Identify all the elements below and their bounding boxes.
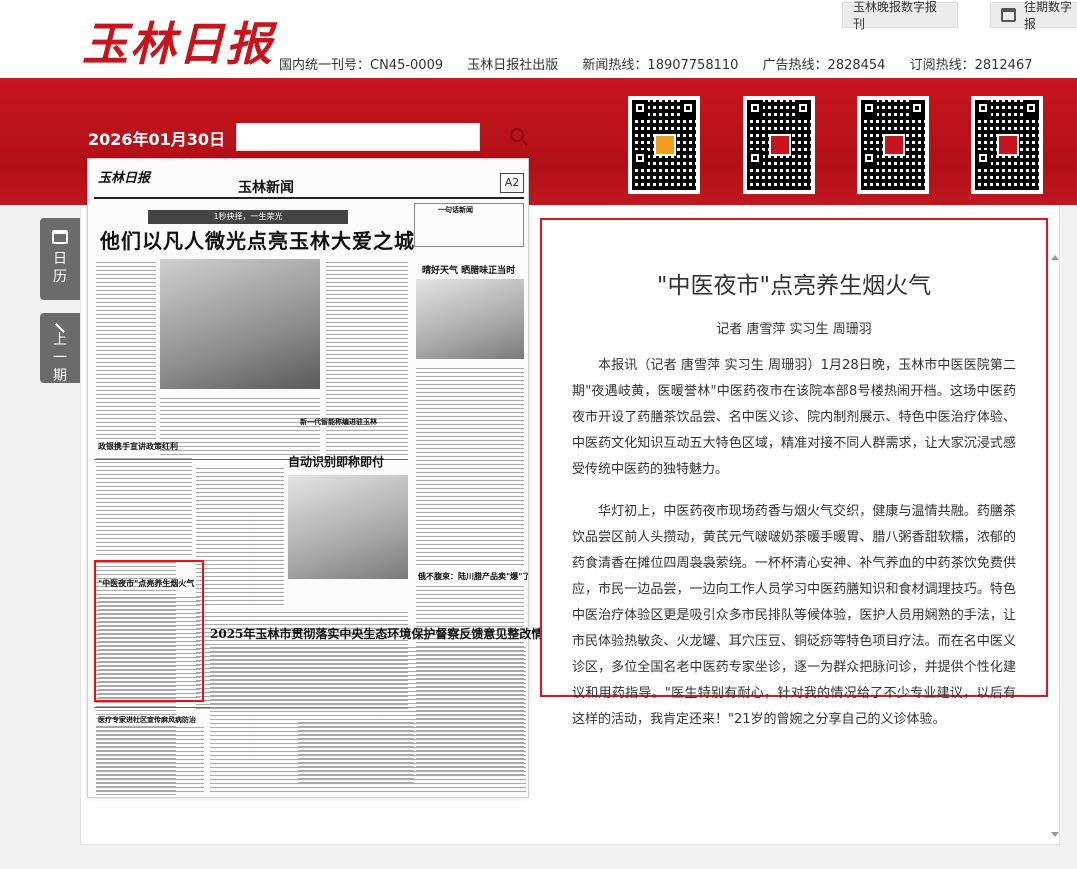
text-block <box>96 259 156 439</box>
article-paragraph: 华灯初上，中医药夜市现场药香与烟火气交织，健康与温情共融。药膳茶饮品尝区前人头攒… <box>572 504 1016 727</box>
site-header: 玉林日报 玉林晚报数字报刊 往期数字报 国内统一刊号：CN45-0009 玉林日… <box>0 0 1077 78</box>
evening-paper-button[interactable]: 玉林晚报数字报刊 <box>842 0 958 31</box>
text-block <box>96 455 192 555</box>
issn-text: 国内统一刊号：CN45-0009 <box>279 58 444 73</box>
article-panel: "中医夜市"点亮养生烟火气 记者 唐雪萍 实习生 周珊羽 本报讯（记者 唐雪萍 … <box>540 218 1048 727</box>
text-block <box>210 646 526 792</box>
calendar-tab-label: 历 <box>53 269 67 285</box>
qr-code-icon <box>632 100 696 190</box>
page-number: A2 <box>500 173 524 193</box>
article-paragraph: 本报讯（记者 唐雪萍 实习生 周珊羽）1月28日晚，玉林市中医医院第二期"夜遇岐… <box>572 358 1016 477</box>
qr-code-icon <box>747 100 811 190</box>
mid-kicker: 新一代智能称编进驻玉林 <box>300 417 377 426</box>
archive-button[interactable]: 往期数字报 <box>990 0 1077 31</box>
qr-code-2 <box>743 96 815 194</box>
page-kicker: 1秒抉择，一生荣光 <box>148 210 348 224</box>
article-author: 记者 唐雪萍 实习生 周珊羽 <box>716 322 872 337</box>
qr-code-icon <box>975 100 1039 190</box>
text-block <box>98 594 200 698</box>
page-headline[interactable]: 他们以凡人微光点亮玉林大爱之城 <box>100 225 415 254</box>
qr-code-1 <box>628 96 700 194</box>
publisher-text: 玉林日报社出版 <box>467 58 559 73</box>
qr-code-3 <box>857 96 929 194</box>
archive-button-label: 往期数字报 <box>1024 0 1073 31</box>
side-article-title[interactable]: 晴好天气 晒腊味正当时 <box>422 263 515 276</box>
site-logo[interactable]: 玉林日报 <box>82 8 274 74</box>
calendar-icon <box>52 230 68 244</box>
calendar-tab-label: 日 <box>53 251 67 267</box>
page-masthead: 玉林日报 <box>98 171 151 186</box>
scroll-up-icon[interactable] <box>1051 255 1059 260</box>
page-section: 玉林新闻 <box>238 180 294 196</box>
bottom-article-title[interactable]: 医疗专家进社区宣传麻风病防治 <box>98 715 196 725</box>
text-block <box>96 726 204 792</box>
article-title: "中医夜市"点亮养生烟火气 <box>656 273 932 299</box>
prev-issue-label: 期 <box>53 368 67 384</box>
news-photo <box>288 475 408 579</box>
brief-news-title: 一句话新闻 <box>438 205 473 214</box>
prev-issue-label: 一 <box>53 350 67 366</box>
big-headline[interactable]: 2025年玉林市贯彻落实中央生态环境保护督察反馈意见整改情况 <box>210 625 555 642</box>
publication-info: 国内统一刊号：CN45-0009 玉林日报社出版 新闻热线：1890775811… <box>279 54 1053 73</box>
prev-issue-tab[interactable]: 上 一 期 <box>40 313 80 384</box>
highlighted-article-title: "中医夜市"点亮养生烟火气 <box>98 579 195 588</box>
search-icon[interactable] <box>510 128 524 142</box>
text-block <box>196 465 284 605</box>
news-photo <box>416 279 524 359</box>
text-block <box>416 365 524 565</box>
calendar-tab[interactable]: 日 历 <box>40 218 80 300</box>
calendar-icon <box>1001 8 1016 22</box>
page-rule <box>94 197 524 199</box>
news-photo <box>160 259 320 389</box>
left-article-title[interactable]: 政银携手宣讲政策红利 <box>98 441 178 452</box>
mid-article-title[interactable]: 自动识别即称即付 <box>288 453 384 470</box>
subscribe-hotline: 订阅热线：2812467 <box>909 58 1033 73</box>
qr-code-icon <box>861 100 925 190</box>
news-hotline: 新闻热线：18907758110 <box>582 58 739 73</box>
qr-code-4 <box>971 96 1043 194</box>
right-article-title[interactable]: 俄不腹束：陆川腊产品卖"爆"了 <box>418 571 528 582</box>
current-date: 2026年01月30日 <box>88 130 226 149</box>
search-input[interactable] <box>236 123 480 151</box>
prev-issue-label: 上 <box>53 332 67 348</box>
ad-hotline: 广告热线：2828454 <box>762 58 886 73</box>
text-block <box>160 395 320 455</box>
scroll-down-icon[interactable] <box>1051 832 1059 837</box>
